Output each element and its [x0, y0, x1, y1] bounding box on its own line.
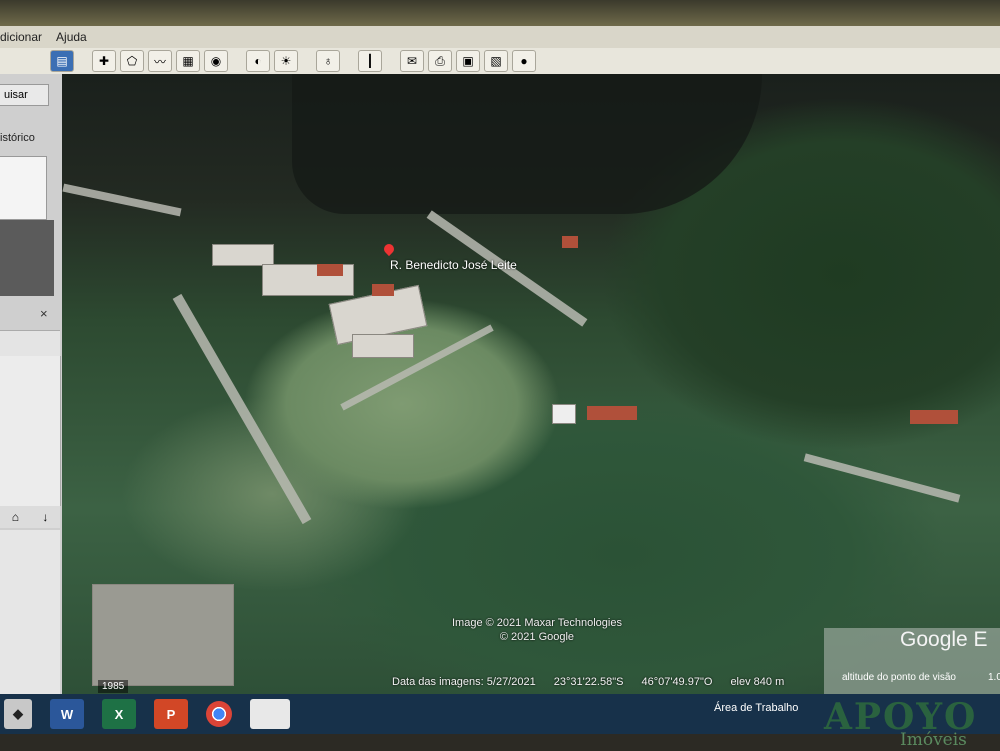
menu-item-ajuda[interactable]: Ajuda: [56, 30, 87, 44]
desktop-label[interactable]: Área de Trabalho: [714, 702, 798, 714]
roof: [317, 264, 343, 276]
path-icon[interactable]: 〰: [148, 50, 172, 72]
imagery-date: Data das imagens: 5/27/2021: [392, 676, 536, 688]
credit-line-2: © 2021 Google: [499, 631, 575, 643]
watermark-sub: Imóveis: [900, 730, 967, 750]
toolbar: ▤ ✚ ⬠ 〰 ▦ ◉ ◐ ☀ ♁ ┃ ✉ ⎙ ▣ ▧ ●: [0, 48, 1000, 75]
roof: [910, 410, 958, 424]
save-image-icon[interactable]: ▣: [456, 50, 480, 72]
globe-icon[interactable]: ●: [512, 50, 536, 72]
email-icon[interactable]: ✉: [400, 50, 424, 72]
monitor-bezel-top: [0, 0, 1000, 26]
menu-item-adicionar[interactable]: dicionar: [0, 30, 42, 44]
sun-icon[interactable]: ☀: [274, 50, 298, 72]
longitude: 46°07'49.97"O: [641, 676, 713, 688]
road: [172, 293, 312, 525]
roof: [372, 284, 394, 296]
print-icon[interactable]: ⎙: [428, 50, 452, 72]
close-icon[interactable]: ×: [40, 306, 48, 321]
google-logo: Google E: [900, 628, 988, 651]
search-button[interactable]: uisar: [0, 84, 49, 106]
road: [62, 183, 182, 217]
move-up-icon[interactable]: ⌂: [12, 510, 19, 524]
tour-icon[interactable]: ◉: [204, 50, 228, 72]
maps-icon[interactable]: ▧: [484, 50, 508, 72]
compound: [92, 584, 234, 686]
placemark-icon[interactable]: ✚: [92, 50, 116, 72]
powerpoint-icon[interactable]: P: [154, 699, 188, 729]
places-panel: [0, 356, 61, 506]
building-cluster: [352, 334, 414, 358]
placemark-pin-icon[interactable]: [381, 241, 397, 257]
history-label: istórico: [0, 132, 35, 144]
historical-imagery-year[interactable]: 1985: [98, 680, 129, 693]
overlay-icon[interactable]: ▦: [176, 50, 200, 72]
altitude-value: 1.0: [988, 672, 1000, 683]
sidebar-dark-panel: [0, 220, 54, 296]
sidebar-toggle-icon[interactable]: ▤: [50, 50, 74, 72]
ruler-icon[interactable]: ┃: [358, 50, 382, 72]
layers-panel: [0, 530, 60, 694]
move-down-icon[interactable]: ↓: [42, 510, 48, 524]
roof: [587, 406, 637, 420]
roof: [562, 236, 578, 248]
latitude: 23°31'22.58"S: [553, 676, 624, 688]
places-buttons: ⌂ ↓: [0, 506, 60, 528]
building-cluster: [212, 244, 274, 266]
windows-start-icon[interactable]: ◆: [4, 699, 32, 729]
earth-icon[interactable]: ◐: [246, 50, 270, 72]
app-icon[interactable]: [250, 699, 290, 729]
polygon-icon[interactable]: ⬠: [120, 50, 144, 72]
satellite-map-view[interactable]: R. Benedicto José Leite Image © 2021 Max…: [62, 74, 1000, 694]
altitude-label: altitude do ponto de visão: [842, 672, 956, 683]
status-bar: Data das imagens: 5/27/2021 23°31'22.58"…: [392, 676, 784, 688]
credit-line-1: Image © 2021 Maxar Technologies: [452, 617, 622, 629]
chrome-icon[interactable]: [206, 701, 232, 727]
imagery-credit: Image © 2021 Maxar Technologies © 2021 G…: [452, 616, 622, 644]
dark-forest-area: [292, 74, 762, 214]
word-icon[interactable]: W: [50, 699, 84, 729]
menu-bar: dicionar Ajuda: [0, 26, 1000, 48]
planet-icon[interactable]: ♁: [316, 50, 340, 72]
places-header: [0, 330, 60, 357]
search-results-panel: [0, 156, 47, 220]
placemark-label[interactable]: R. Benedicto José Leite: [390, 258, 517, 272]
small-house: [552, 404, 576, 424]
sidebar: uisar istórico × ⌂ ↓: [0, 74, 62, 694]
elevation: elev 840 m: [730, 676, 785, 688]
excel-icon[interactable]: X: [102, 699, 136, 729]
road: [803, 453, 961, 503]
